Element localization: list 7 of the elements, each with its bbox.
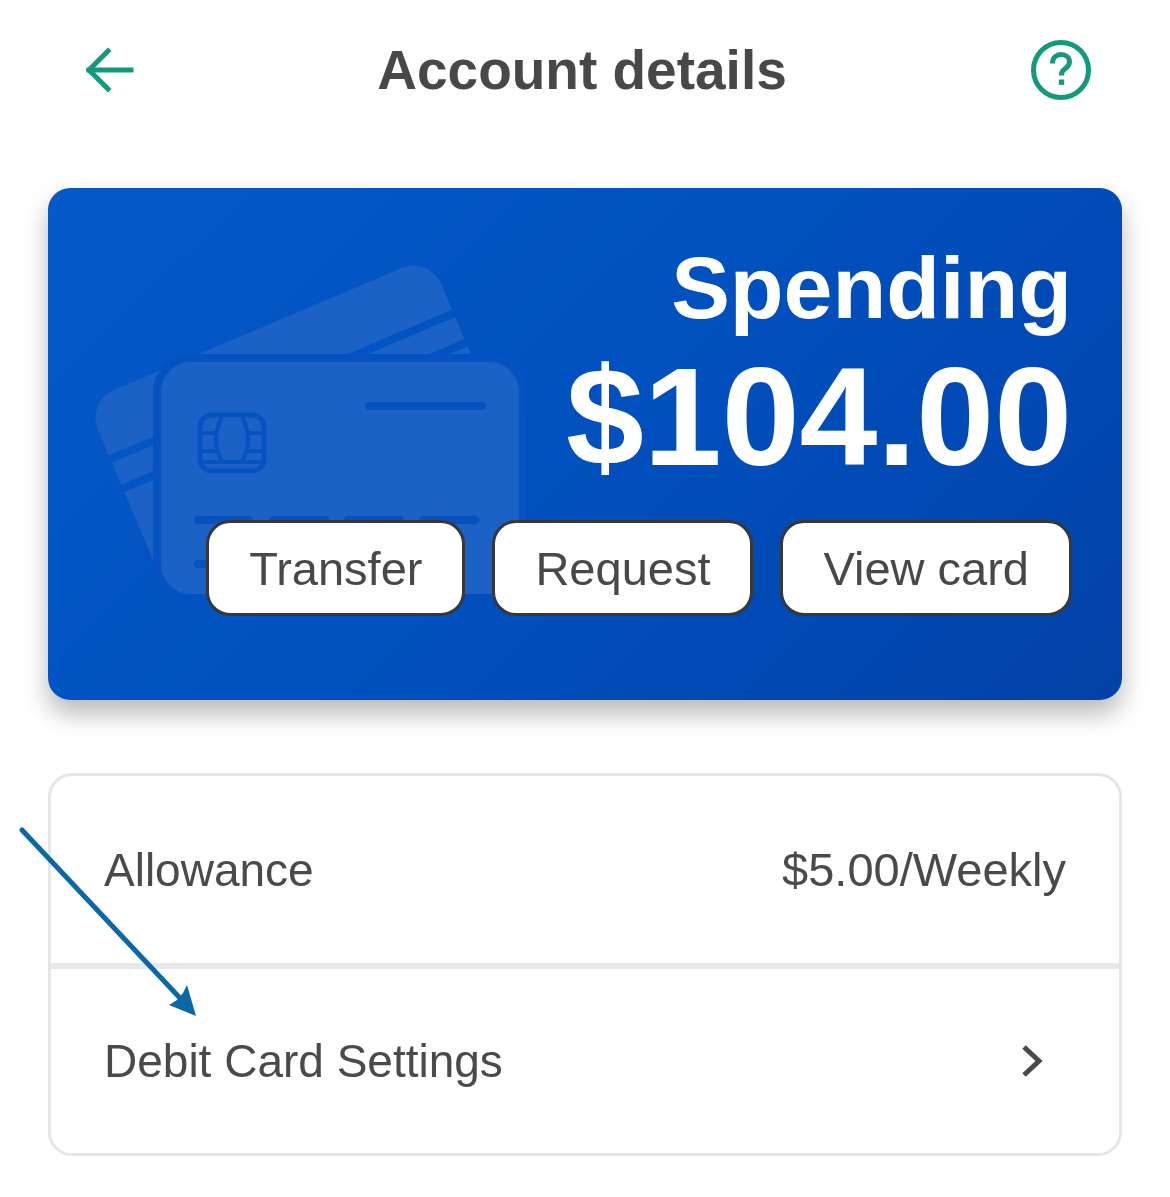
balance-amount: $104.00 — [565, 347, 1072, 487]
action-button[interactable]: View card — [780, 520, 1072, 616]
action-button[interactable]: Request — [492, 520, 754, 616]
page-title: Account details — [376, 42, 788, 98]
help-icon[interactable] — [1030, 39, 1092, 101]
action-button[interactable]: Transfer — [206, 520, 466, 616]
detail-label: Allowance — [104, 846, 314, 893]
